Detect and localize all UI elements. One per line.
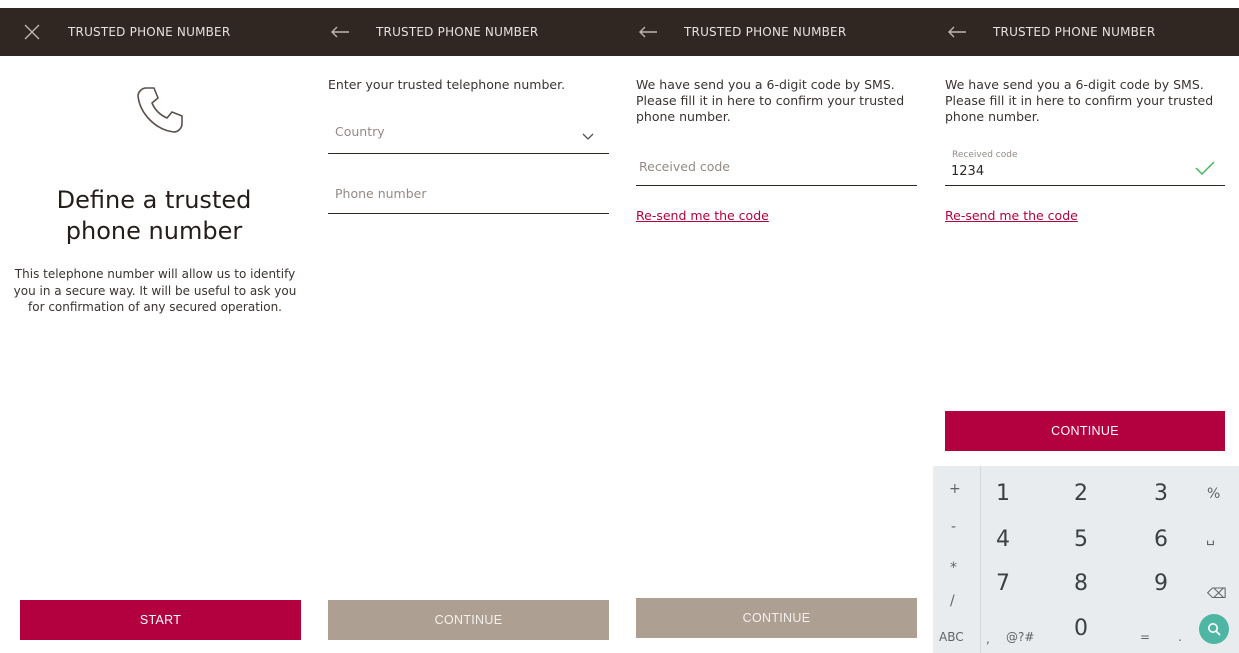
numeric-keypad: + - * / 1 2 3 4 5 6 7 8 9 0 % ␣ ⌫ ABC , … bbox=[933, 466, 1239, 653]
header-title: TRUSTED PHONE NUMBER bbox=[684, 25, 847, 39]
resend-code-link[interactable]: Re-send me the code bbox=[945, 208, 1078, 223]
key-8[interactable]: 8 bbox=[1074, 571, 1088, 596]
continue-button[interactable]: CONTINUE bbox=[636, 598, 917, 638]
continue-button[interactable]: CONTINUE bbox=[945, 411, 1225, 451]
screen-define-trusted-number: TRUSTED PHONE NUMBER Define a trusted ph… bbox=[0, 0, 308, 653]
top-bar: TRUSTED PHONE NUMBER bbox=[925, 8, 1239, 56]
checkmark-icon bbox=[1195, 160, 1215, 179]
start-button[interactable]: START bbox=[20, 600, 301, 640]
code-value: 1234 bbox=[951, 164, 985, 179]
phone-underline bbox=[328, 213, 609, 214]
key-symbols[interactable]: @?# bbox=[1006, 630, 1034, 644]
code-label: Received code bbox=[952, 150, 1018, 160]
key-space[interactable]: ␣ bbox=[1206, 530, 1215, 546]
key-abc[interactable]: ABC bbox=[939, 630, 964, 644]
key-asterisk[interactable]: * bbox=[950, 560, 957, 576]
key-plus[interactable]: + bbox=[949, 481, 961, 497]
screen-enter-code: TRUSTED PHONE NUMBER We have send you a … bbox=[616, 0, 925, 653]
phone-icon bbox=[132, 82, 188, 138]
key-2[interactable]: 2 bbox=[1074, 481, 1088, 506]
key-equals[interactable]: = bbox=[1140, 630, 1150, 644]
key-3[interactable]: 3 bbox=[1154, 481, 1168, 506]
back-arrow-icon[interactable] bbox=[638, 22, 658, 42]
back-arrow-icon[interactable] bbox=[330, 22, 350, 42]
search-icon[interactable] bbox=[1199, 614, 1229, 644]
continue-button[interactable]: CONTINUE bbox=[328, 600, 609, 640]
key-5[interactable]: 5 bbox=[1074, 527, 1088, 552]
close-icon[interactable] bbox=[22, 22, 42, 42]
code-underline bbox=[945, 185, 1225, 186]
page-title-line2: phone number bbox=[65, 217, 243, 245]
keypad-divider bbox=[980, 466, 981, 653]
instruction-text: We have send you a 6-digit code by SMS. … bbox=[945, 77, 1214, 124]
code-underline bbox=[636, 185, 917, 186]
key-6[interactable]: 6 bbox=[1154, 527, 1168, 552]
resend-code-link[interactable]: Re-send me the code bbox=[636, 208, 769, 223]
phone-placeholder: Phone number bbox=[335, 186, 427, 201]
instruction-text: Enter your trusted telephone number. bbox=[328, 77, 566, 92]
screen-code-filled: TRUSTED PHONE NUMBER We have send you a … bbox=[925, 0, 1239, 653]
key-1[interactable]: 1 bbox=[996, 481, 1010, 506]
code-placeholder: Received code bbox=[639, 159, 730, 174]
key-backspace[interactable]: ⌫ bbox=[1207, 586, 1227, 602]
key-9[interactable]: 9 bbox=[1154, 571, 1168, 596]
key-minus[interactable]: - bbox=[951, 519, 956, 535]
screen-enter-number: TRUSTED PHONE NUMBER Enter your trusted … bbox=[308, 0, 616, 653]
key-0[interactable]: 0 bbox=[1074, 616, 1088, 641]
country-placeholder: Country bbox=[335, 124, 385, 139]
country-underline bbox=[328, 153, 609, 154]
back-arrow-icon[interactable] bbox=[947, 22, 967, 42]
page-title-line1: Define a trusted bbox=[56, 186, 252, 214]
top-bar: TRUSTED PHONE NUMBER bbox=[308, 8, 616, 56]
key-4[interactable]: 4 bbox=[996, 527, 1010, 552]
header-title: TRUSTED PHONE NUMBER bbox=[993, 25, 1156, 39]
description-text: This telephone number will allow us to i… bbox=[13, 267, 297, 314]
key-comma[interactable]: , bbox=[986, 632, 990, 646]
screens-container: TRUSTED PHONE NUMBER Define a trusted ph… bbox=[0, 0, 1239, 653]
key-7[interactable]: 7 bbox=[996, 571, 1010, 596]
page-title: Define a trusted phone number bbox=[0, 185, 308, 247]
header-title: TRUSTED PHONE NUMBER bbox=[68, 25, 231, 39]
top-bar: TRUSTED PHONE NUMBER bbox=[616, 8, 925, 56]
key-slash[interactable]: / bbox=[950, 593, 955, 609]
top-bar: TRUSTED PHONE NUMBER bbox=[0, 8, 308, 56]
key-percent[interactable]: % bbox=[1207, 486, 1220, 502]
header-title: TRUSTED PHONE NUMBER bbox=[376, 25, 539, 39]
instruction-text: We have send you a 6-digit code by SMS. … bbox=[636, 77, 905, 124]
key-dot[interactable]: . bbox=[1178, 630, 1182, 644]
chevron-down-icon bbox=[582, 126, 594, 145]
